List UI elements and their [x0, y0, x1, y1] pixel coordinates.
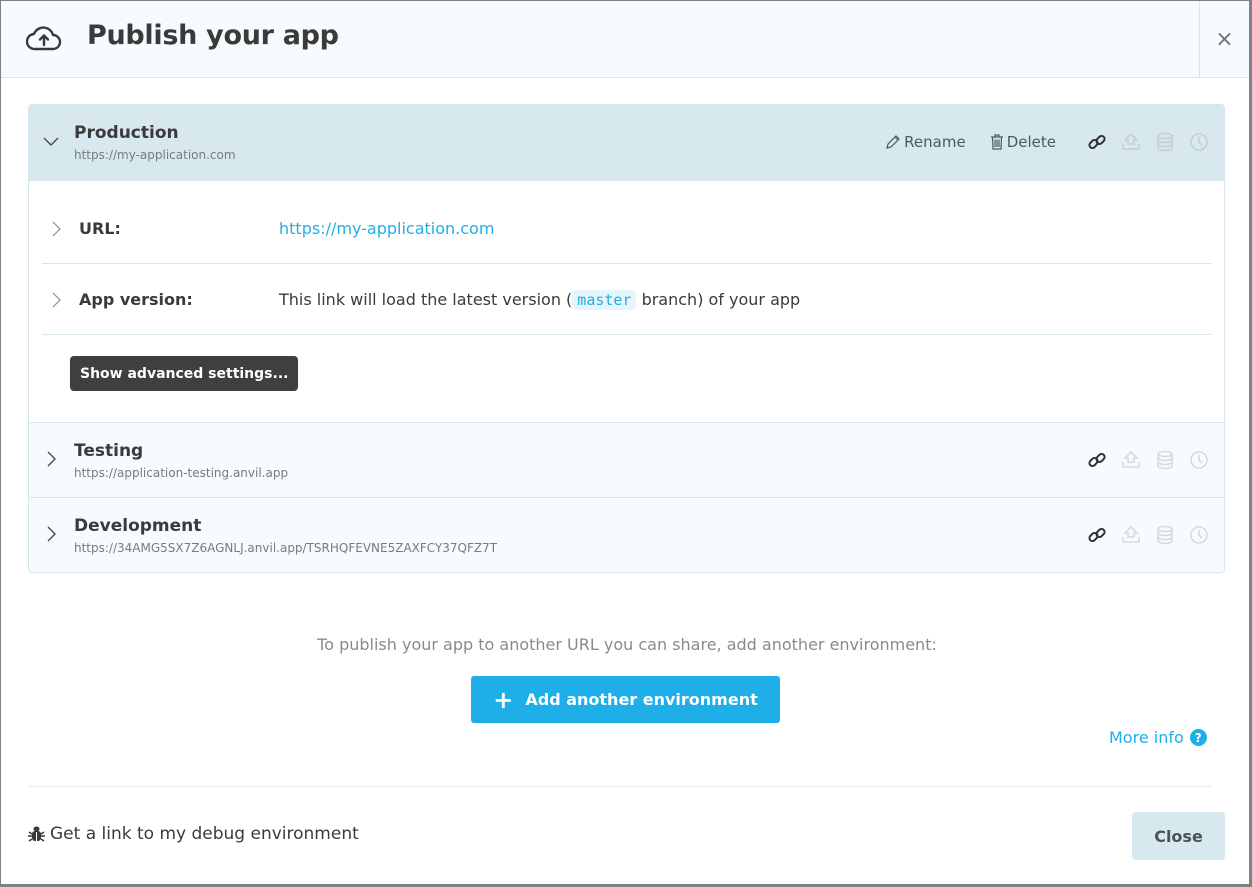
close-button[interactable]: Close — [1132, 812, 1225, 860]
dialog-title: Publish your app — [87, 20, 339, 51]
rename-button[interactable]: Rename — [885, 133, 966, 151]
more-info-label: More info — [1109, 728, 1184, 747]
app-version-value: This link will load the latest version (… — [279, 290, 801, 310]
environment-details-production: URL: https://my-application.com App vers… — [29, 180, 1224, 422]
footer-divider — [28, 786, 1212, 787]
chevron-right-icon[interactable] — [43, 526, 59, 542]
delete-button[interactable]: Delete — [990, 133, 1056, 151]
add-environment-button[interactable]: + Add another environment — [471, 676, 780, 723]
link-icon[interactable] — [1080, 131, 1114, 153]
environment-header-production[interactable]: Production https://my-application.com Re… — [29, 105, 1224, 180]
environment-url: https://my-application.com — [74, 148, 236, 162]
environment-header-development[interactable]: Development https://34AMG5SX7Z6AGNLJ.anv… — [29, 497, 1224, 572]
more-info-link[interactable]: More info ? — [1109, 728, 1207, 747]
environment-actions — [1080, 449, 1216, 471]
app-version-row: App version: This link will load the lat… — [42, 265, 1212, 335]
link-icon[interactable] — [1080, 449, 1114, 471]
environment-url: https://34AMG5SX7Z6AGNLJ.anvil.app/TSRHQ… — [74, 541, 498, 555]
app-url-link[interactable]: https://my-application.com — [279, 219, 494, 238]
upload-icon[interactable] — [1114, 131, 1148, 153]
environment-name: Testing — [74, 441, 144, 461]
chevron-right-icon[interactable] — [43, 451, 59, 467]
question-circle-icon: ? — [1189, 729, 1207, 746]
dialog-header: Publish your app × — [1, 1, 1249, 78]
environment-list: Production https://my-application.com Re… — [28, 104, 1225, 573]
add-environment-hint: To publish your app to another URL you c… — [317, 635, 937, 654]
url-label: URL: — [79, 219, 121, 238]
chevron-right-icon[interactable] — [50, 221, 64, 237]
version-suffix: branch) of your app — [636, 290, 801, 309]
plus-icon: + — [493, 685, 514, 714]
url-value-container: https://my-application.com — [279, 219, 494, 238]
pencil-icon — [886, 135, 901, 149]
publish-dialog: Publish your app × Production https://my… — [1, 1, 1249, 884]
branch-name: master — [572, 290, 637, 310]
link-icon[interactable] — [1080, 524, 1114, 546]
environment-name: Development — [74, 516, 202, 536]
database-icon[interactable] — [1148, 131, 1182, 153]
environment-url: https://application-testing.anvil.app — [74, 466, 289, 480]
trash-icon — [990, 134, 1003, 150]
add-environment-label: Add another environment — [525, 690, 758, 709]
environment-name: Production — [74, 123, 179, 143]
chevron-right-icon[interactable] — [50, 292, 64, 308]
database-icon[interactable] — [1148, 524, 1182, 546]
clock-icon[interactable] — [1182, 524, 1216, 546]
close-icon[interactable]: × — [1199, 1, 1249, 78]
version-prefix: This link will load the latest version ( — [279, 290, 573, 309]
debug-link-label: Get a link to my debug environment — [50, 824, 359, 844]
upload-icon[interactable] — [1114, 449, 1148, 471]
show-advanced-settings-button[interactable]: Show advanced settings... — [70, 356, 299, 391]
environment-header-testing[interactable]: Testing https://application-testing.anvi… — [29, 422, 1224, 497]
app-version-label: App version: — [79, 290, 193, 309]
environment-actions: Rename Delete — [885, 131, 1216, 153]
debug-environment-link[interactable]: Get a link to my debug environment — [28, 824, 359, 844]
database-icon[interactable] — [1148, 449, 1182, 471]
chevron-down-icon[interactable] — [43, 133, 59, 149]
bug-icon — [28, 826, 45, 842]
clock-icon[interactable] — [1182, 131, 1216, 153]
cloud-upload-icon — [26, 26, 62, 51]
clock-icon[interactable] — [1182, 449, 1216, 471]
environment-actions — [1080, 524, 1216, 546]
upload-icon[interactable] — [1114, 524, 1148, 546]
rename-label: Rename — [904, 133, 966, 151]
delete-label: Delete — [1006, 133, 1056, 151]
url-row: URL: https://my-application.com — [42, 194, 1212, 264]
